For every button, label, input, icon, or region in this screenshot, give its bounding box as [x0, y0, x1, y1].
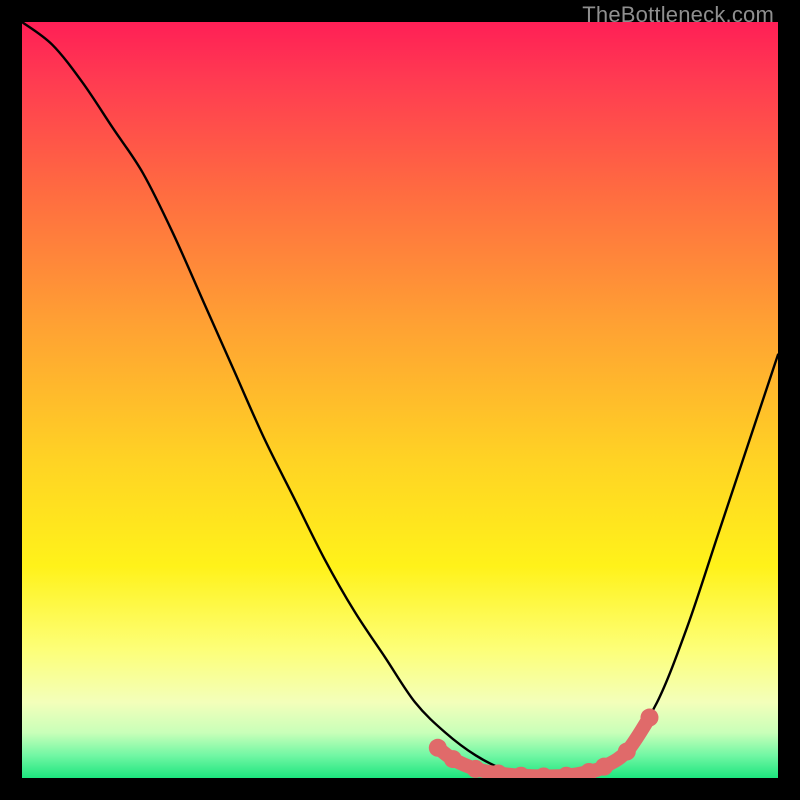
optimal-range-dot — [618, 743, 636, 761]
chart-plot-area — [22, 22, 778, 778]
optimal-range-dot — [535, 767, 553, 778]
optimal-range-dot — [467, 760, 485, 778]
optimal-range-markers — [429, 709, 659, 778]
outer-frame: TheBottleneck.com — [0, 0, 800, 800]
optimal-range-dot — [595, 758, 613, 776]
optimal-range-dot — [444, 750, 462, 768]
optimal-range-dot — [640, 709, 658, 727]
bottleneck-curve-line — [22, 22, 778, 778]
chart-svg — [22, 22, 778, 778]
optimal-range-dot — [429, 739, 447, 757]
